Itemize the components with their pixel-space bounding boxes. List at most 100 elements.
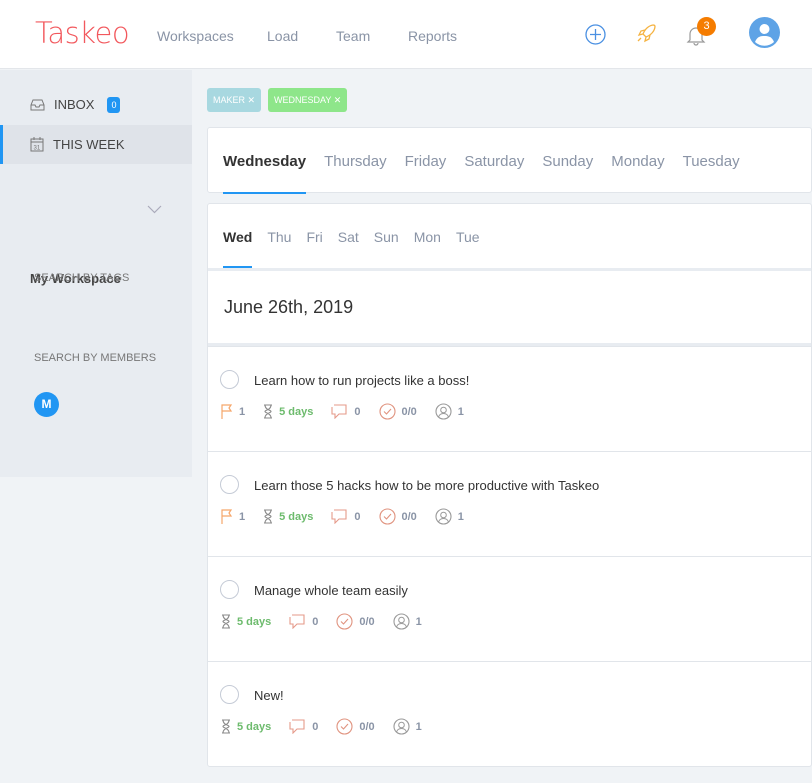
hourglass-icon: [222, 719, 230, 734]
members[interactable]: 1: [393, 613, 422, 630]
add-icon[interactable]: [585, 24, 606, 45]
calendar-icon: 31: [30, 137, 44, 152]
check-circle-icon: [336, 718, 353, 735]
nav-load[interactable]: Load: [267, 28, 298, 44]
comment-icon: [289, 614, 305, 629]
task-meta: 5 days 0 0/0 1: [221, 718, 440, 735]
task-item[interactable]: Learn those 5 hacks how to be more produ…: [208, 451, 811, 556]
tab-wednesday[interactable]: Wednesday: [223, 153, 307, 194]
search-by-tags[interactable]: SEARCH BY TAGS: [34, 272, 129, 284]
comment-icon: [331, 404, 347, 419]
members-value: 1: [457, 405, 464, 418]
duration-value: 5 days: [279, 405, 314, 418]
complete-checkbox[interactable]: [220, 580, 239, 599]
comments[interactable]: 0: [289, 614, 318, 629]
date-heading: June 26th, 2019: [224, 297, 354, 317]
tag-maker[interactable]: MAKER ✕: [207, 88, 262, 112]
task-meta: 1 5 days 0 0/0 1: [221, 508, 482, 525]
sidebar: INBOX 0 31 THIS WEEK My Workspace SEARCH…: [0, 70, 192, 477]
tab-thu[interactable]: Thu: [267, 229, 291, 245]
day-tabs-card: Wednesday Thursday Friday Saturday Sunda…: [207, 127, 812, 194]
nav-team[interactable]: Team: [336, 28, 370, 44]
task-title[interactable]: Learn how to run projects like a boss!: [254, 373, 469, 388]
sidebar-item-inbox[interactable]: INBOX 0: [0, 85, 192, 124]
priority: 1: [221, 404, 245, 419]
checklist-value: 0/0: [359, 720, 375, 733]
checklist[interactable]: 0/0: [378, 403, 417, 420]
user-avatar-icon[interactable]: [749, 17, 780, 48]
tab-tue[interactable]: Tue: [456, 229, 480, 245]
tab-monday[interactable]: Monday: [611, 153, 664, 170]
check-circle-icon: [336, 613, 353, 630]
nav-reports[interactable]: Reports: [408, 28, 457, 44]
complete-checkbox[interactable]: [220, 370, 239, 389]
complete-checkbox[interactable]: [220, 685, 239, 704]
member-avatar[interactable]: M: [34, 392, 59, 417]
tab-fri[interactable]: Fri: [306, 229, 322, 245]
svg-text:31: 31: [34, 146, 41, 152]
hourglass-icon: [264, 404, 273, 419]
duration: 5 days: [221, 614, 271, 629]
duration-value: 5 days: [279, 510, 314, 523]
comments[interactable]: 0: [331, 509, 361, 524]
close-icon[interactable]: ✕: [248, 95, 256, 105]
hourglass-icon: [222, 614, 230, 629]
search-by-members[interactable]: SEARCH BY MEMBERS: [34, 352, 156, 364]
task-item[interactable]: Learn how to run projects like a boss! 1…: [208, 346, 811, 451]
day-tabs-long: Wednesday Thursday Friday Saturday Sunda…: [223, 153, 758, 194]
task-item[interactable]: Manage whole team easily 5 days 0 0/0 1: [208, 556, 811, 661]
duration: 5 days: [221, 719, 271, 734]
members[interactable]: 1: [435, 403, 464, 420]
tab-thursday[interactable]: Thursday: [324, 153, 387, 170]
comments-value: 0: [312, 720, 319, 733]
task-item[interactable]: New! 5 days 0 0/0 1: [208, 661, 811, 766]
members-value: 1: [457, 510, 464, 523]
flag-icon: [221, 509, 233, 524]
comments-value: 0: [354, 510, 361, 523]
checklist[interactable]: 0/0: [378, 508, 417, 525]
tab-sat[interactable]: Sat: [338, 229, 359, 245]
close-icon[interactable]: ✕: [334, 95, 342, 105]
members[interactable]: 1: [393, 718, 422, 735]
comments[interactable]: 0: [289, 719, 318, 734]
tab-tuesday[interactable]: Tuesday: [683, 153, 740, 170]
comments-value: 0: [312, 615, 319, 628]
tag-label: WEDNESDAY: [274, 95, 332, 105]
members[interactable]: 1: [435, 508, 464, 525]
task-title[interactable]: Manage whole team easily: [254, 583, 408, 598]
member-icon: [393, 613, 410, 630]
chevron-down-icon[interactable]: [147, 205, 162, 214]
tag-wednesday[interactable]: WEDNESDAY ✕: [268, 88, 348, 112]
tab-friday[interactable]: Friday: [405, 153, 447, 170]
nav-workspaces[interactable]: Workspaces: [157, 28, 234, 44]
complete-checkbox[interactable]: [220, 475, 239, 494]
task-title[interactable]: New!: [254, 688, 284, 703]
inbox-count: 0: [107, 96, 121, 113]
rocket-icon[interactable]: [635, 22, 657, 44]
tab-sun[interactable]: Sun: [374, 229, 399, 245]
tab-saturday[interactable]: Saturday: [464, 153, 524, 170]
tab-sunday[interactable]: Sunday: [542, 153, 593, 170]
notification-badge: 3: [697, 17, 716, 36]
flag-icon: [221, 404, 233, 419]
task-title[interactable]: Learn those 5 hacks how to be more produ…: [254, 478, 599, 493]
member-icon: [435, 508, 452, 525]
comments-value: 0: [354, 405, 361, 418]
checklist-value: 0/0: [401, 510, 417, 523]
member-icon: [393, 718, 410, 735]
sidebar-item-this-week[interactable]: 31 THIS WEEK: [0, 125, 192, 164]
comment-icon: [331, 509, 347, 524]
duration-value: 5 days: [237, 615, 272, 628]
day-tabs-short: Wed Thu Fri Sat Sun Mon Tue: [223, 229, 495, 268]
logo[interactable]: Taskeo: [35, 16, 130, 50]
tab-wed[interactable]: Wed: [223, 229, 253, 268]
inbox-label: INBOX: [54, 97, 95, 112]
checklist[interactable]: 0/0: [336, 613, 375, 630]
comments[interactable]: 0: [331, 404, 361, 419]
duration: 5 days: [263, 404, 313, 419]
check-circle-icon: [378, 508, 396, 525]
checklist[interactable]: 0/0: [336, 718, 375, 735]
tab-mon[interactable]: Mon: [414, 229, 441, 245]
priority-value: 1: [239, 510, 246, 523]
check-circle-icon: [378, 403, 396, 420]
